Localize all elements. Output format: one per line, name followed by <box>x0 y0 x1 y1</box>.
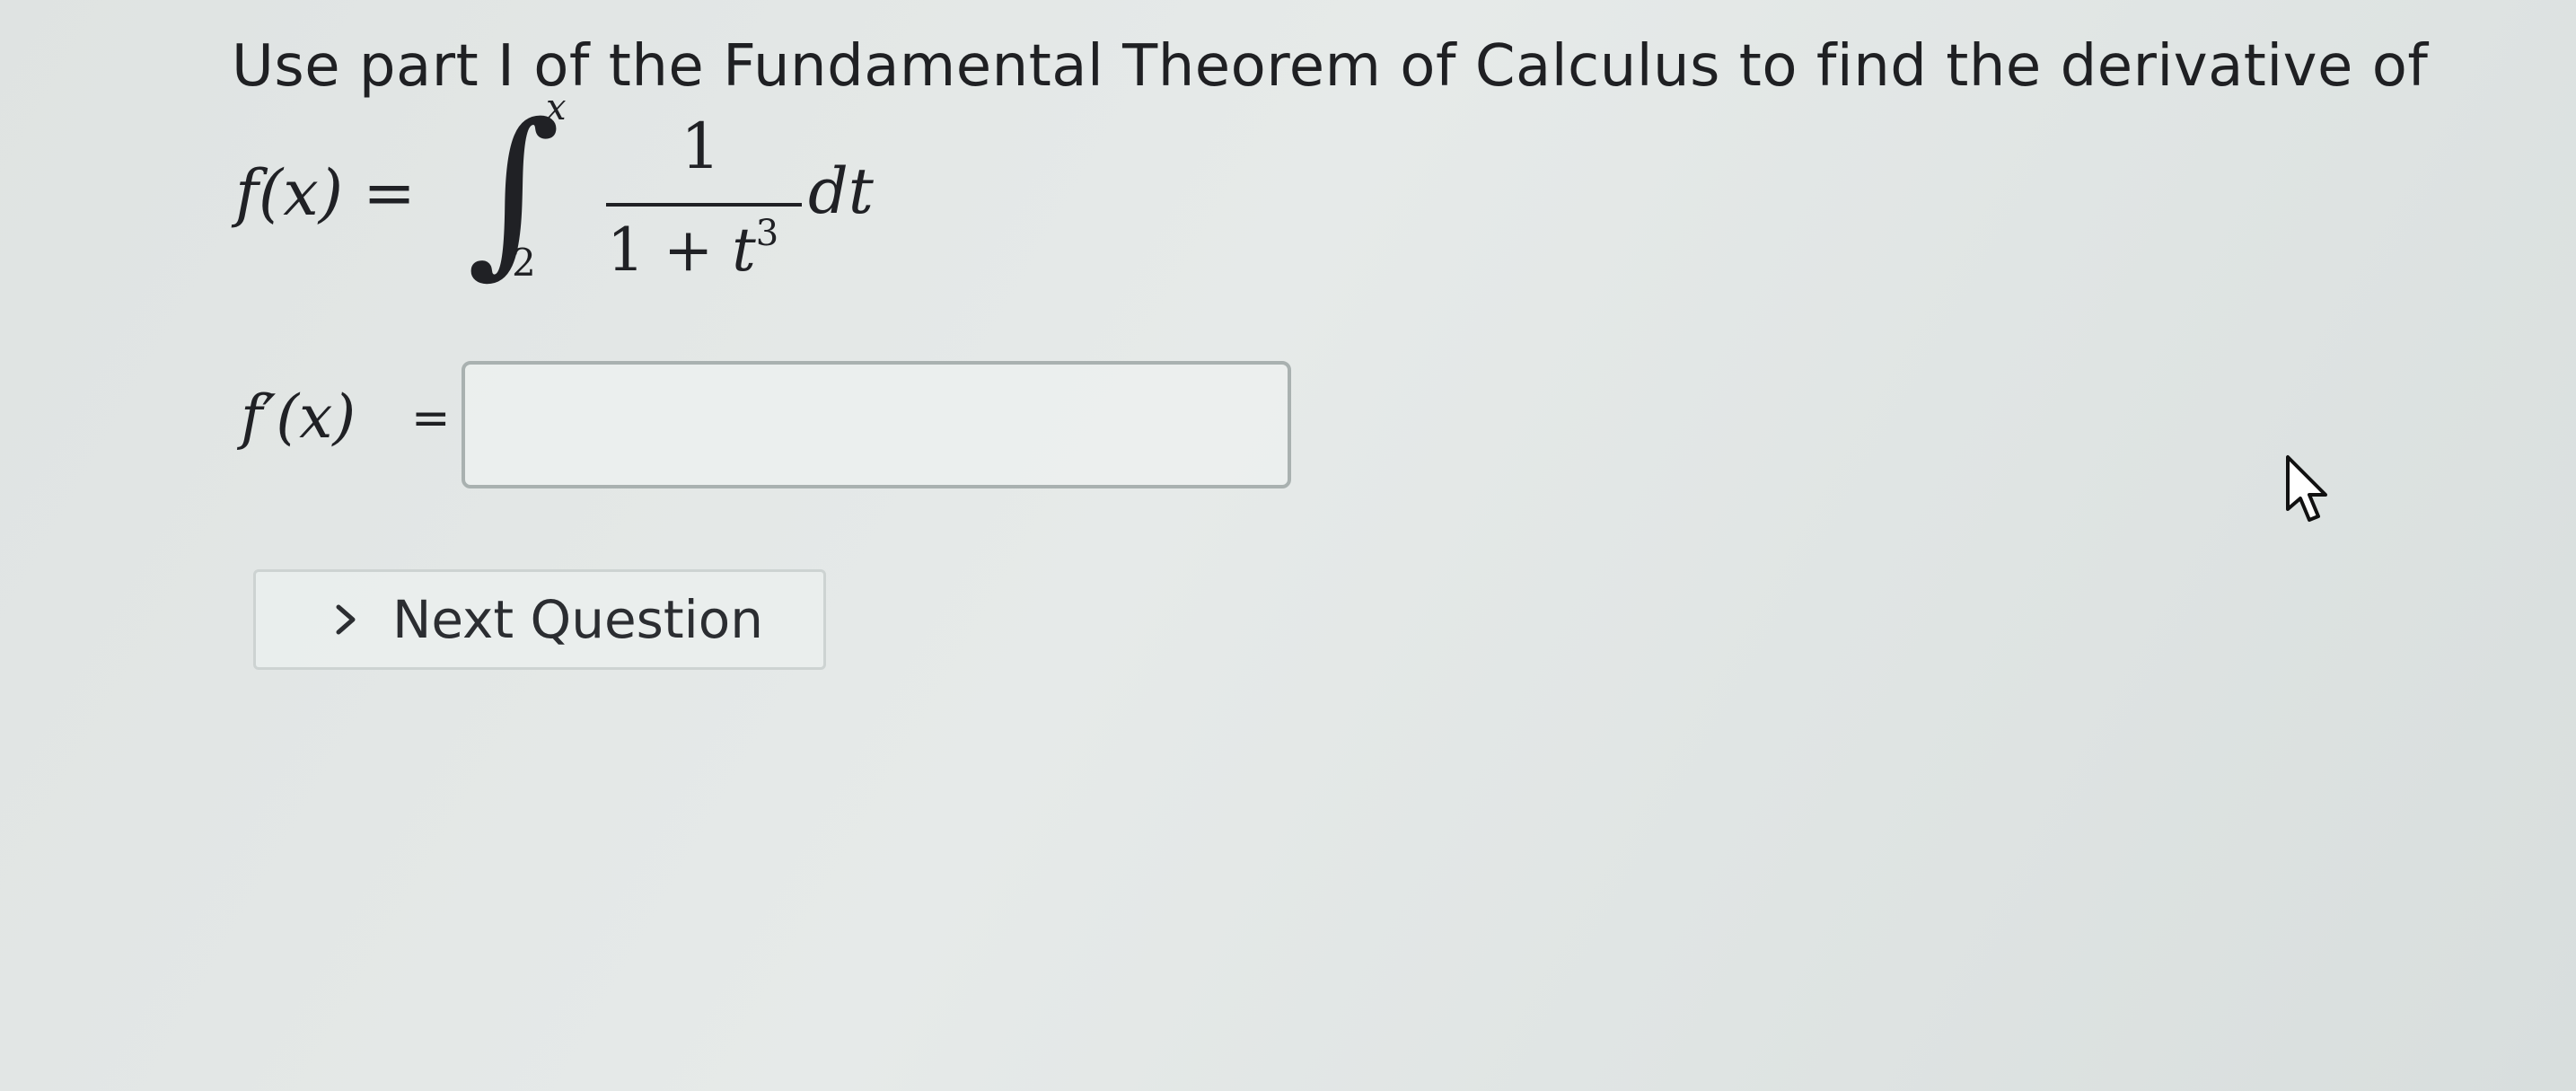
next-question-button[interactable]: Next Question <box>253 569 826 670</box>
denominator-variable: t <box>732 216 756 285</box>
denominator-exponent: 3 <box>755 213 779 254</box>
chevron-right-icon <box>336 604 356 635</box>
denominator-constant: 1 <box>607 216 645 285</box>
function-definition-lhs: f(x) = <box>235 156 416 230</box>
question-page: Use part I of the Fundamental Theorem of… <box>0 0 2576 1091</box>
answer-label: f′(x) <box>241 383 356 452</box>
fraction-denominator: 1 + t3 <box>607 216 778 280</box>
fraction-numerator: 1 <box>681 110 721 183</box>
answer-input[interactable] <box>462 361 1291 488</box>
integral-upper-limit: x <box>546 87 567 128</box>
next-question-label: Next Question <box>392 589 763 650</box>
integral-lower-limit: 2 <box>512 241 536 285</box>
fraction-bar <box>606 203 802 207</box>
mouse-pointer-icon <box>2286 455 2327 522</box>
differential: dt <box>808 154 874 228</box>
answer-equals: = <box>411 392 451 445</box>
denominator-plus: + <box>645 216 733 285</box>
